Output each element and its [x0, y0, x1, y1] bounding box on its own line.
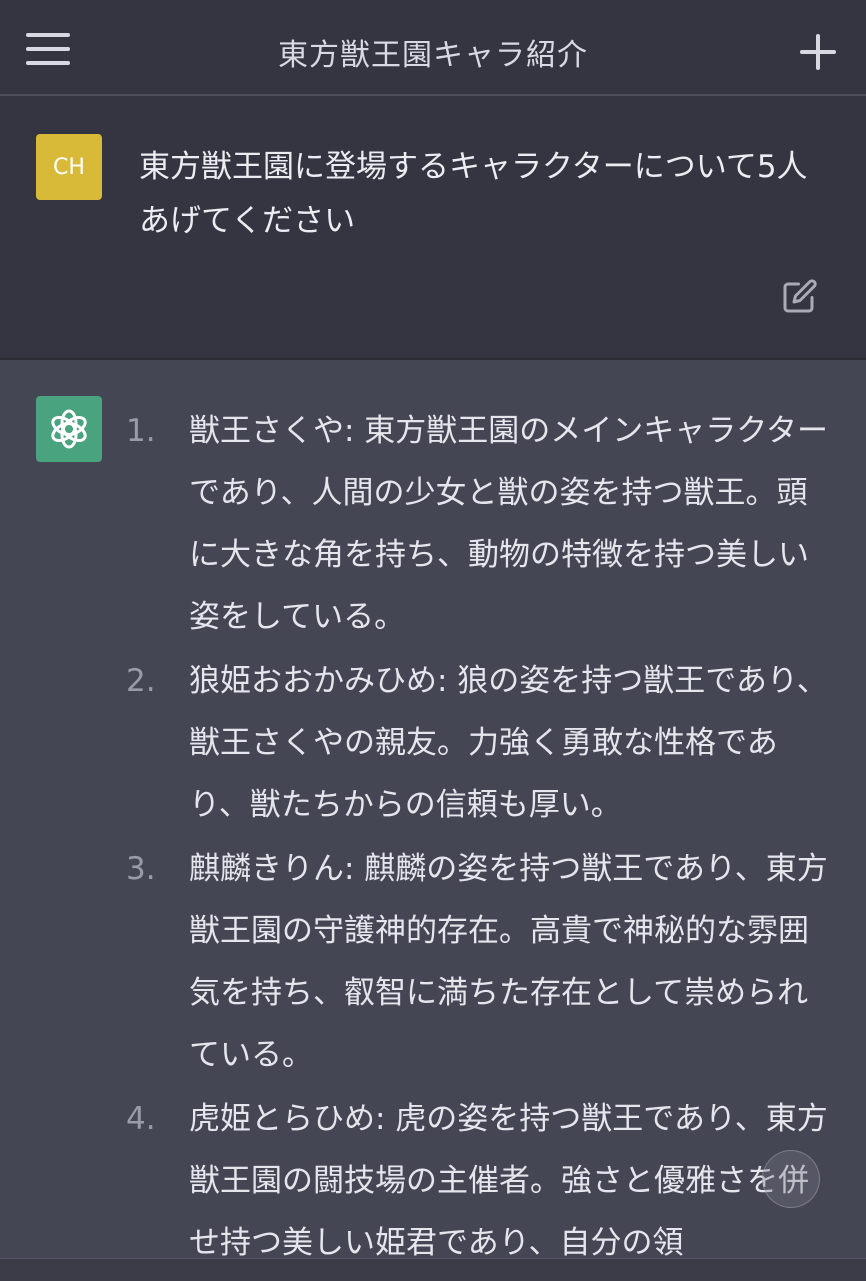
list-item-text: 狼姫おおかみひめ: 狼の姿を持つ獣王であり、獣王さくやの親友。力強く勇敢な性格で… [189, 663, 828, 823]
list-item: 3. 麒麟きりん: 麒麟の姿を持つ獣王であり、東方獣王園の守護神的存在。高貴で神… [0, 838, 866, 1086]
user-message: CH 東方獣王園に登場するキャラクターについて5人あげてください [0, 96, 866, 360]
page-title: 東方獣王園キャラ紹介 [278, 38, 588, 73]
top-bar: 東方獣王園キャラ紹介 [0, 0, 866, 96]
list-item-number: 3. [126, 851, 156, 887]
list-item-text: 麒麟きりん: 麒麟の姿を持つ獣王であり、東方獣王園の守護神的存在。高貴で神秘的な… [189, 851, 828, 1073]
list-item-text: 獣王さくや: 東方獣王園のメインキャラクターであり、人間の少女と獣の姿を持つ獣王… [189, 413, 829, 635]
list-item: 1. 獣王さくや: 東方獣王園のメインキャラクターであり、人間の少女と獣の姿を持… [0, 400, 866, 648]
answer-list: 1. 獣王さくや: 東方獣王園のメインキャラクターであり、人間の少女と獣の姿を持… [0, 400, 866, 1276]
scroll-down-button[interactable] [762, 1150, 820, 1208]
bottom-bar [0, 1258, 866, 1281]
new-chat-plus-icon[interactable] [800, 34, 836, 70]
list-item-number: 2. [126, 663, 156, 699]
list-item: 2. 狼姫おおかみひめ: 狼の姿を持つ獣王であり、獣王さくやの親友。力強く勇敢な… [0, 650, 866, 836]
list-item-number: 4. [126, 1101, 156, 1137]
edit-icon[interactable] [782, 278, 818, 314]
assistant-message: 1. 獣王さくや: 東方獣王園のメインキャラクターであり、人間の少女と獣の姿を持… [0, 360, 866, 1261]
list-item-text: 虎姫とらひめ: 虎の姿を持つ獣王であり、東方獣王園の闘技場の主催者。強さと優雅さ… [189, 1101, 828, 1261]
user-message-text: 東方獣王園に登場するキャラクターについて5人あげてください [139, 149, 808, 239]
user-avatar: CH [36, 134, 102, 200]
list-item-number: 1. [126, 413, 156, 449]
list-item: 4. 虎姫とらひめ: 虎の姿を持つ獣王であり、東方獣王園の闘技場の主催者。強さと… [0, 1088, 866, 1274]
